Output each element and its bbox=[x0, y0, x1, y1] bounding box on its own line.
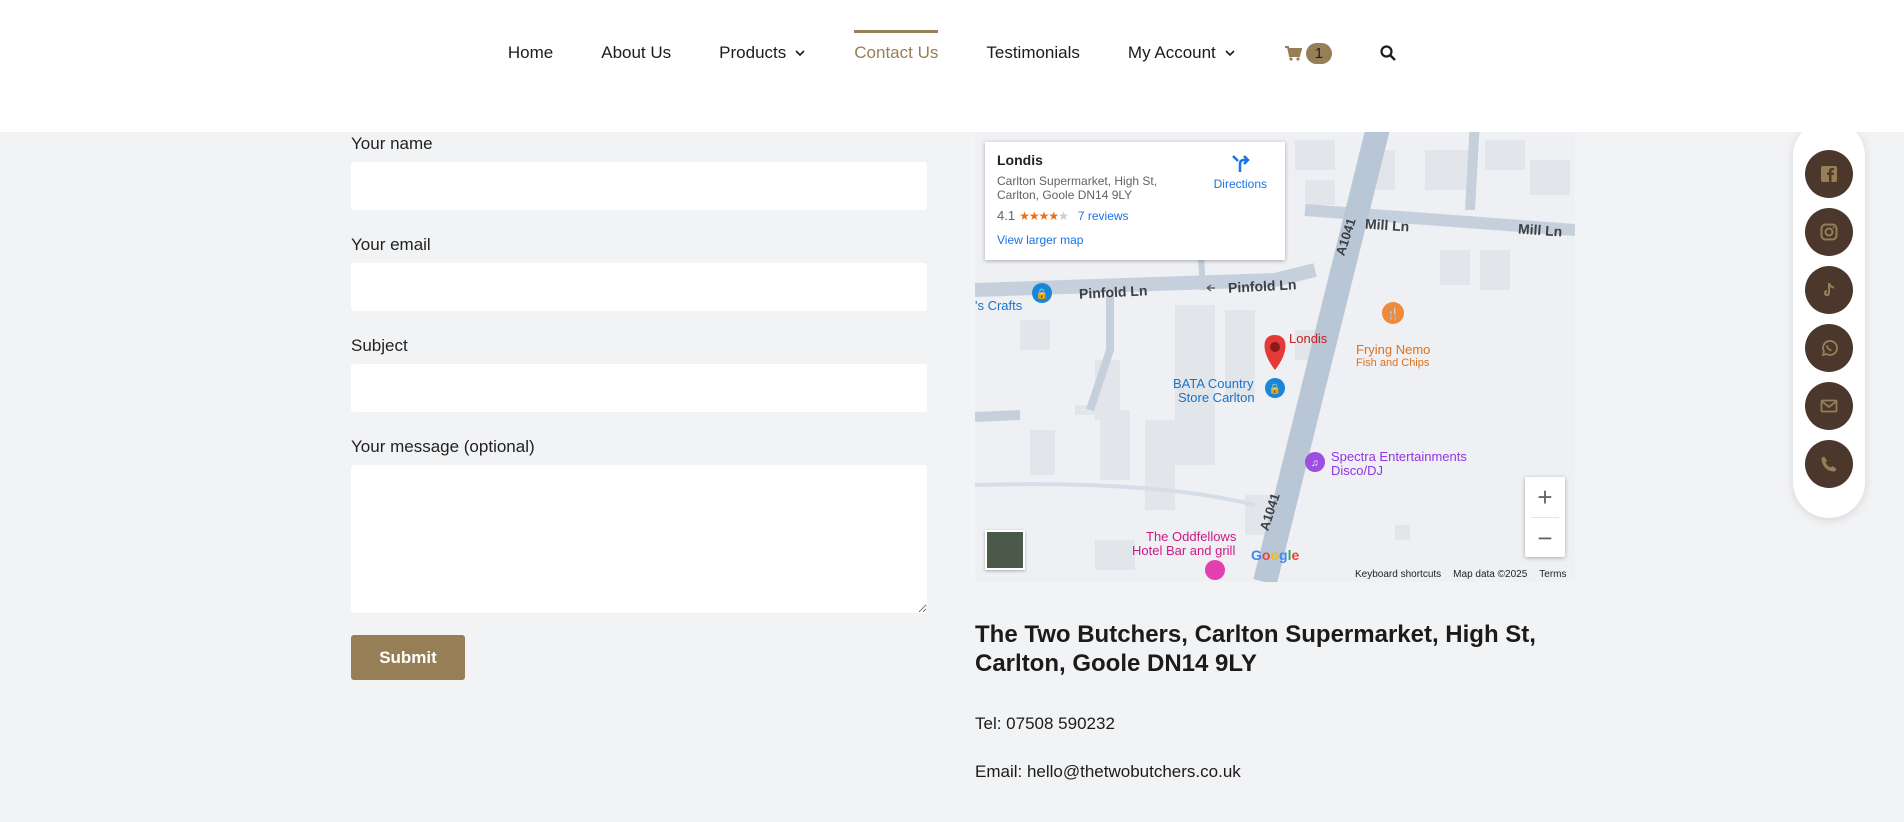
map-poi-label: 's Crafts bbox=[975, 298, 1023, 313]
star-rating-icon: ★★★★★ bbox=[1019, 208, 1069, 223]
map-poi-label: Fish and Chips bbox=[1356, 357, 1430, 369]
telephone: Tel: 07508 590232 bbox=[975, 714, 1115, 733]
email-label: Your email bbox=[351, 235, 431, 254]
keyboard-shortcuts-link[interactable]: Keyboard shortcuts bbox=[1355, 569, 1441, 580]
directions-icon bbox=[1232, 155, 1251, 172]
phone-button[interactable] bbox=[1805, 440, 1853, 488]
message-textarea[interactable] bbox=[351, 465, 927, 613]
map-poi-label: Londis bbox=[1289, 331, 1328, 346]
reviews-link[interactable]: 7 reviews bbox=[1078, 209, 1129, 223]
nav-testimonials-label: Testimonials bbox=[986, 43, 1080, 62]
map-label: Mill Ln bbox=[1517, 220, 1563, 240]
subject-label: Subject bbox=[351, 336, 408, 355]
map-poi-label: BATA Country bbox=[1173, 376, 1254, 391]
view-larger-map-link[interactable]: View larger map bbox=[997, 233, 1273, 247]
nav-contact-us[interactable]: Contact Us bbox=[854, 0, 939, 106]
email-input[interactable] bbox=[351, 263, 927, 311]
whatsapp-icon bbox=[1821, 340, 1838, 357]
instagram-button[interactable] bbox=[1805, 208, 1853, 256]
mail-icon bbox=[1820, 399, 1838, 413]
nav-home-label: Home bbox=[507, 43, 554, 62]
search-button[interactable] bbox=[1380, 0, 1396, 106]
site-header: Home About Us Products Contact Us Testim… bbox=[0, 0, 1904, 132]
map-poi-label: Store Carlton bbox=[1178, 390, 1255, 405]
directions-label: Directions bbox=[1213, 177, 1267, 191]
map-label: Mill Ln bbox=[1364, 215, 1410, 235]
chevron-down-icon bbox=[1225, 50, 1235, 57]
name-label: Your name bbox=[351, 134, 433, 153]
cart-count-badge: 1 bbox=[1305, 42, 1333, 64]
contact-form: Your name Your email Subject Your messag… bbox=[351, 134, 927, 680]
email-address: Email: hello@thetwobutchers.co.uk bbox=[975, 762, 1241, 781]
svg-text:🔒: 🔒 bbox=[1269, 383, 1281, 395]
place-rating: 4.1 ★★★★★ 7 reviews bbox=[997, 208, 1273, 223]
nav-contact-label: Contact Us bbox=[854, 43, 939, 62]
directions-button[interactable]: Directions bbox=[1214, 152, 1267, 191]
map-poi-label: The Oddfellows bbox=[1146, 529, 1237, 544]
map-poi-label: Frying Nemo bbox=[1356, 342, 1431, 357]
map-label: Pinfold Ln bbox=[1227, 276, 1297, 296]
social-bar bbox=[1793, 120, 1865, 518]
rating-value: 4.1 bbox=[997, 208, 1016, 223]
nav-testimonials[interactable]: Testimonials bbox=[986, 0, 1080, 106]
main-nav: Home About Us Products Contact Us Testim… bbox=[0, 0, 1904, 106]
nav-products-label: Products bbox=[719, 43, 787, 62]
google-logo: Google bbox=[1251, 547, 1300, 563]
email-button[interactable] bbox=[1805, 382, 1853, 430]
map-poi-label: Spectra Entertainments bbox=[1331, 449, 1467, 464]
map-poi-label: Hotel Bar and grill bbox=[1132, 543, 1236, 558]
whatsapp-button[interactable] bbox=[1805, 324, 1853, 372]
subject-input[interactable] bbox=[351, 364, 927, 412]
nav-products[interactable]: Products bbox=[719, 0, 806, 106]
cart-button[interactable]: 1 bbox=[1284, 0, 1333, 106]
search-icon bbox=[1380, 45, 1396, 61]
facebook-icon bbox=[1821, 166, 1837, 182]
nav-about-label: About Us bbox=[601, 43, 672, 62]
submit-button[interactable]: Submit bbox=[351, 635, 465, 680]
map-data-label: Map data ©2025 bbox=[1453, 569, 1528, 580]
map-info-card: Londis Carlton Supermarket, High St, Car… bbox=[985, 142, 1285, 260]
facebook-button[interactable] bbox=[1805, 150, 1853, 198]
map-label: Pinfold Ln bbox=[1078, 282, 1148, 302]
nav-home[interactable]: Home bbox=[508, 0, 553, 106]
tiktok-icon bbox=[1824, 283, 1834, 296]
map-poi-label: Disco/DJ bbox=[1331, 463, 1384, 478]
zoom-controls: + − bbox=[1525, 477, 1565, 557]
svg-text:🔒: 🔒 bbox=[1036, 288, 1048, 300]
cart-icon bbox=[1284, 46, 1302, 61]
business-address: The Two Butchers, Carlton Supermarket, H… bbox=[975, 621, 1536, 677]
map-attribution: Keyboard shortcuts Map data ©2025 Terms bbox=[1355, 569, 1567, 580]
svg-text:♫: ♫ bbox=[1311, 458, 1319, 469]
nav-about-us[interactable]: About Us bbox=[601, 0, 671, 106]
nav-account-label: My Account bbox=[1127, 43, 1216, 62]
svg-text:🍴: 🍴 bbox=[1386, 307, 1400, 320]
zoom-out-button[interactable]: − bbox=[1525, 518, 1565, 558]
map-embed[interactable]: 🍴 🔒 🔒 ♫ Pinfold Ln Pinfold Ln Mill Ln Mi… bbox=[975, 120, 1575, 582]
nav-my-account[interactable]: My Account bbox=[1128, 0, 1236, 106]
chevron-down-icon bbox=[795, 50, 805, 57]
name-input[interactable] bbox=[351, 162, 927, 210]
message-label: Your message (optional) bbox=[351, 437, 535, 456]
phone-icon bbox=[1821, 456, 1837, 472]
zoom-in-button[interactable]: + bbox=[1525, 477, 1565, 517]
instagram-icon bbox=[1820, 223, 1838, 241]
satellite-toggle[interactable] bbox=[985, 530, 1025, 570]
tiktok-button[interactable] bbox=[1805, 266, 1853, 314]
place-address: Carlton Supermarket, High St, Carlton, G… bbox=[997, 174, 1158, 202]
terms-link[interactable]: Terms bbox=[1539, 569, 1566, 580]
